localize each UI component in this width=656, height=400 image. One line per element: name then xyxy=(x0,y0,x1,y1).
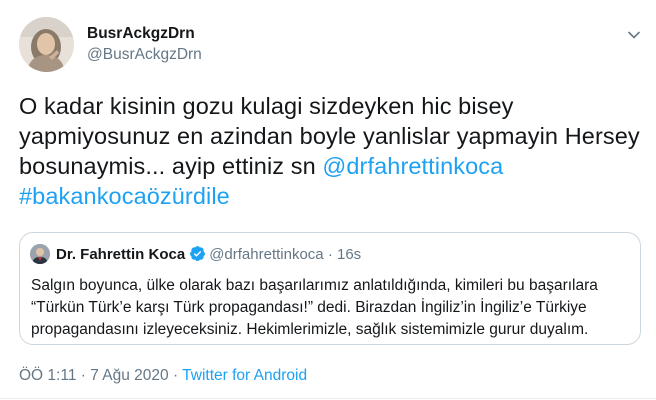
divider xyxy=(0,398,656,399)
quoted-author-avatar xyxy=(30,244,50,264)
author-avatar[interactable] xyxy=(19,17,74,72)
footer-separator: · xyxy=(76,367,91,384)
quoted-author-handle: @drfahrettinkoca xyxy=(209,246,324,263)
quoted-author-name: Dr. Fahrettin Koca xyxy=(56,246,186,263)
mention-link[interactable]: @drfahrettinkoca xyxy=(322,153,503,179)
author-info: BusrAckgzDrn @BusrAckgzDrn xyxy=(87,24,202,65)
chevron-down-icon[interactable] xyxy=(626,27,642,43)
tweet-source-link[interactable]: Twitter for Android xyxy=(182,367,307,384)
quoted-timestamp: 16s xyxy=(337,246,362,263)
footer-separator: · xyxy=(168,367,183,384)
tweet-card: BusrAckgzDrn @BusrAckgzDrn O kadar kisin… xyxy=(0,0,656,400)
hashtag-link[interactable]: #bakankocaözürdile xyxy=(19,183,230,209)
quoted-separator: · xyxy=(327,246,333,263)
author-display-name[interactable]: BusrAckgzDrn xyxy=(87,24,202,44)
tweet-time[interactable]: ÖÖ 1:11 xyxy=(19,367,76,384)
tweet-date[interactable]: 7 Ağu 2020 xyxy=(90,367,168,384)
user-avatar-photo xyxy=(19,17,74,72)
quoted-tweet[interactable]: Dr. Fahrettin Koca @drfahrettinkoca · 16s… xyxy=(19,232,641,345)
tweet-text: O kadar kisinin gozu kulagi sizdeyken hi… xyxy=(19,91,644,211)
quoted-tweet-header: Dr. Fahrettin Koca @drfahrettinkoca · 16s xyxy=(56,245,361,265)
quoted-tweet-text: Salgın boyunca, ülke olarak bazı başarıl… xyxy=(31,277,598,338)
author-handle[interactable]: @BusrAckgzDrn xyxy=(87,45,202,65)
tweet-footer: ÖÖ 1:11 · 7 Ağu 2020 · Twitter for Andro… xyxy=(19,366,307,386)
verified-badge-icon xyxy=(190,246,206,262)
